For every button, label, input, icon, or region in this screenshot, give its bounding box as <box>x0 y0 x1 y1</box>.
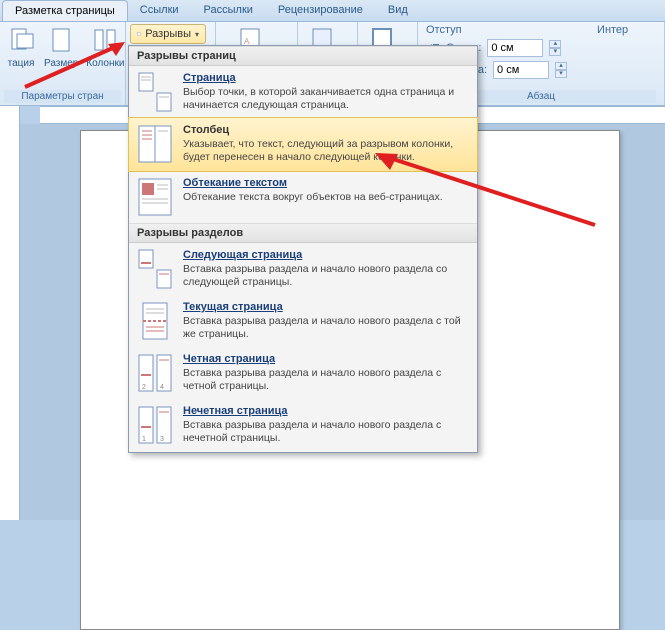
size-icon <box>46 26 76 56</box>
menu-item-continuous[interactable]: Текущая страница Вставка разрыва раздела… <box>129 295 477 347</box>
orientation-button[interactable]: тация <box>4 24 38 71</box>
svg-text:3: 3 <box>160 436 164 443</box>
tab-view[interactable]: Вид <box>376 0 421 21</box>
next-page-icon <box>137 249 173 289</box>
item-title: Текущая страница <box>183 301 469 313</box>
even-page-icon: 24 <box>137 353 173 393</box>
item-title: Страница <box>183 72 469 84</box>
menu-item-text-wrapping-break[interactable]: Обтекание текстом Обтекание текста вокру… <box>129 171 477 223</box>
indent-left-input[interactable] <box>487 39 543 57</box>
columns-button[interactable]: Колонки <box>84 24 126 71</box>
breaks-dropdown: Разрывы страниц Страница Выбор точки, в … <box>128 45 478 453</box>
menu-item-odd-page[interactable]: 13 Нечетная страница Вставка разрыва раз… <box>129 399 477 451</box>
item-title: Столбец <box>183 124 469 136</box>
text-wrap-icon <box>137 177 173 217</box>
columns-icon <box>90 26 120 56</box>
section-header-section-breaks: Разрывы разделов <box>129 223 477 243</box>
tab-page-layout[interactable]: Разметка страницы <box>2 0 128 21</box>
menu-item-column-break[interactable]: Столбец Указывает, что текст, следующий … <box>128 117 478 171</box>
item-title: Следующая страница <box>183 249 469 261</box>
breaks-icon <box>137 27 141 41</box>
group-page-setup-label: Параметры стран <box>4 90 121 103</box>
item-title: Четная страница <box>183 353 469 365</box>
item-desc: Вставка разрыва раздела и начало нового … <box>183 315 469 341</box>
item-desc: Выбор точки, в которой заканчивается одн… <box>183 86 469 112</box>
svg-text:4: 4 <box>160 384 164 391</box>
continuous-icon <box>137 301 173 341</box>
item-desc: Вставка разрыва раздела и начало нового … <box>183 419 469 445</box>
breaks-button[interactable]: Разрывы ▾ <box>130 24 206 44</box>
tab-review[interactable]: Рецензирование <box>266 0 376 21</box>
indent-right-spinner[interactable]: ▴▾ <box>555 62 567 78</box>
indent-right-input[interactable] <box>493 61 549 79</box>
item-title: Обтекание текстом <box>183 177 443 189</box>
ribbon-tabs: Разметка страницы Ссылки Рассылки Реценз… <box>0 0 665 22</box>
columns-label: Колонки <box>86 58 124 69</box>
menu-item-even-page[interactable]: 24 Четная страница Вставка разрыва разде… <box>129 347 477 399</box>
page-break-icon <box>137 72 173 112</box>
item-desc: Вставка разрыва раздела и начало нового … <box>183 367 469 393</box>
odd-page-icon: 13 <box>137 405 173 445</box>
item-desc: Обтекание текста вокруг объектов на веб-… <box>183 191 443 204</box>
orientation-label: тация <box>8 58 35 69</box>
menu-item-next-page[interactable]: Следующая страница Вставка разрыва разде… <box>129 243 477 295</box>
item-title: Нечетная страница <box>183 405 469 417</box>
orientation-icon <box>6 26 36 56</box>
item-desc: Вставка разрыва раздела и начало нового … <box>183 263 469 289</box>
section-header-page-breaks: Разрывы страниц <box>129 46 477 66</box>
spacing-title: Интер <box>597 24 628 83</box>
vertical-ruler[interactable] <box>0 124 20 520</box>
svg-text:2: 2 <box>142 384 146 391</box>
breaks-label: Разрывы <box>145 28 191 40</box>
tab-links[interactable]: Ссылки <box>128 0 192 21</box>
size-label: Размер <box>44 58 78 69</box>
menu-item-page-break[interactable]: Страница Выбор точки, в которой заканчив… <box>129 66 477 118</box>
chevron-down-icon: ▾ <box>195 30 199 39</box>
size-button[interactable]: Размер <box>42 24 80 71</box>
item-desc: Указывает, что текст, следующий за разры… <box>183 138 469 164</box>
column-break-icon <box>137 124 173 164</box>
indent-left-spinner[interactable]: ▴▾ <box>549 40 561 56</box>
tab-mailings[interactable]: Рассылки <box>192 0 266 21</box>
indent-title: Отступ <box>426 24 567 36</box>
svg-text:1: 1 <box>142 436 146 443</box>
